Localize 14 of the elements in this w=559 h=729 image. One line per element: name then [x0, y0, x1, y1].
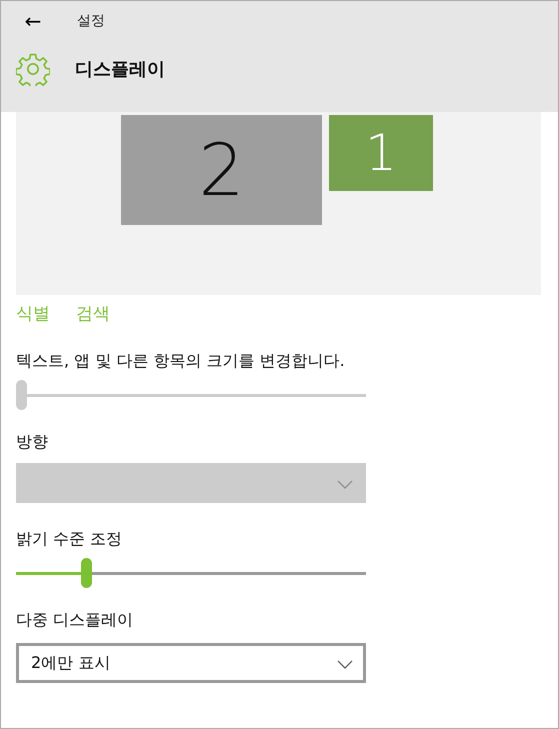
chevron-icon: [337, 480, 353, 489]
setting-label: 밝기 수준 조정: [16, 529, 124, 550]
setting-label: 방향: [16, 432, 49, 453]
slider-thumb[interactable]: [80, 558, 92, 588]
page-title: 디스플레이: [75, 58, 165, 81]
chevron-icon: [337, 660, 353, 669]
multiple-displays-dropdown[interactable]: 2에만 표시: [16, 643, 366, 683]
setting-label: 다중 디스플레이: [16, 610, 134, 631]
back-button[interactable]: ←: [15, 9, 51, 33]
setting-label: 텍스트, 앱 및 다른 항목의 크기를 변경합니다.: [16, 351, 346, 372]
slider[interactable]: [16, 558, 366, 588]
settings-icon: [16, 52, 50, 86]
monitor-tile[interactable]: 2: [121, 115, 322, 225]
app-title: 설정: [77, 12, 105, 30]
